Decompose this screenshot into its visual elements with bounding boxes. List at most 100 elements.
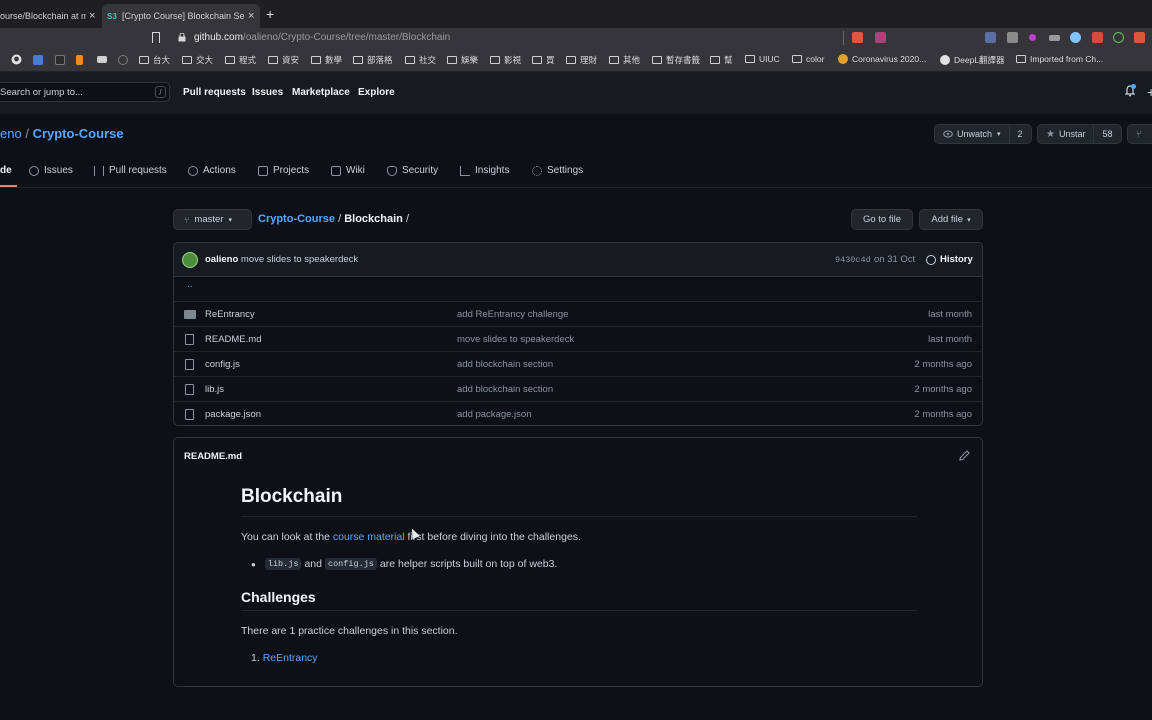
bookmark-folder[interactable]: 台大 — [139, 54, 170, 66]
browser-tab-2[interactable]: S3 [Crypto Course] Blockchain Sec × — [102, 4, 260, 28]
bookmark-folder[interactable]: 幫 — [710, 54, 733, 66]
bookmark-folder[interactable]: 娛樂 — [447, 54, 478, 66]
tab-security[interactable]: Security — [387, 165, 438, 176]
browser-tab-1[interactable]: ourse/Blockchain at m × — [0, 4, 100, 28]
bookmark-folder[interactable]: 程式 — [225, 54, 256, 66]
tab-projects[interactable]: Projects — [258, 165, 309, 176]
bookmark-folder[interactable]: UIUC — [745, 54, 780, 64]
close-tab-icon[interactable]: × — [89, 10, 95, 22]
bookmark-app-icon[interactable] — [97, 56, 107, 63]
bookmark-folder[interactable]: 買 — [532, 54, 555, 66]
file-commit-message[interactable]: add package.json — [457, 409, 531, 420]
file-row[interactable]: package.json add package.json 2 months a… — [174, 401, 982, 425]
create-new-icon[interactable]: + — [1147, 84, 1152, 100]
bookmark-link[interactable]: DeepL翻譯器 — [940, 54, 1005, 66]
brave-shields-icon[interactable] — [852, 32, 863, 43]
tab-code[interactable]: de — [0, 165, 12, 176]
course-material-link[interactable]: course material — [333, 531, 405, 543]
file-commit-message[interactable]: add blockchain section — [457, 359, 553, 370]
watch-button[interactable]: Unwatch ▾ 2 — [934, 124, 1032, 144]
extension-icon[interactable] — [1092, 32, 1103, 43]
file-row[interactable]: ReEntrancy add ReEntrancy challenge last… — [174, 301, 982, 326]
file-row[interactable]: lib.js add blockchain section 2 months a… — [174, 376, 982, 401]
folder-icon — [652, 56, 662, 64]
bookmark-folder[interactable]: 理財 — [566, 54, 597, 66]
divider — [241, 610, 917, 611]
search-shortcut-badge: / — [155, 86, 166, 98]
nav-issues[interactable]: Issues — [252, 87, 283, 98]
tab-issues[interactable]: Issues — [29, 165, 73, 176]
avatar[interactable] — [182, 252, 198, 268]
bookmark-folder[interactable]: 交大 — [182, 54, 213, 66]
bookmark-app-icon[interactable] — [118, 55, 128, 65]
repo-name-link[interactable]: Crypto-Course — [33, 126, 124, 141]
bookmark-folder[interactable]: 部落格 — [353, 54, 393, 66]
pencil-icon[interactable] — [959, 450, 970, 461]
new-tab-icon[interactable]: + — [266, 6, 274, 22]
bookmark-folder[interactable]: Imported from Ch... — [1016, 54, 1103, 64]
tab-settings[interactable]: Settings — [532, 165, 583, 176]
bookmark-folder[interactable]: 暫存書籤 — [652, 54, 700, 66]
add-file-button[interactable]: Add file ▾ — [919, 209, 983, 230]
extension-icon[interactable] — [1134, 32, 1145, 43]
extension-icon[interactable] — [1049, 35, 1060, 41]
file-name-link[interactable]: package.json — [205, 409, 261, 420]
file-row[interactable]: config.js add blockchain section 2 month… — [174, 351, 982, 376]
watch-count[interactable]: 2 — [1008, 125, 1031, 143]
parent-dir-link[interactable]: .. — [187, 279, 193, 290]
search-input[interactable]: Search or jump to... / — [0, 82, 170, 102]
extension-icon[interactable] — [1113, 32, 1124, 43]
close-tab-icon[interactable]: × — [248, 10, 254, 22]
file-row[interactable]: README.md move slides to speakerdeck las… — [174, 326, 982, 351]
commit-message-link[interactable]: move slides to speakerdeck — [241, 254, 358, 265]
extension-icon[interactable] — [1029, 34, 1036, 41]
bookmark-link[interactable]: Coronavirus 2020... — [838, 54, 926, 64]
file-commit-message[interactable]: move slides to speakerdeck — [457, 334, 574, 345]
breadcrumb-root-link[interactable]: Crypto-Course — [258, 213, 335, 225]
parent-dir-row[interactable]: .. — [174, 277, 982, 301]
file-name-link[interactable]: README.md — [205, 334, 261, 345]
bookmark-label: 理財 — [580, 55, 598, 65]
nav-marketplace[interactable]: Marketplace — [292, 87, 350, 98]
nav-explore[interactable]: Explore — [358, 87, 395, 98]
bookmark-folder[interactable]: 影視 — [490, 54, 521, 66]
bookmark-folder[interactable]: 其他 — [609, 54, 640, 66]
file-commit-message[interactable]: add ReEntrancy challenge — [457, 309, 568, 320]
tab-actions[interactable]: Actions — [188, 165, 236, 176]
nav-pull-requests[interactable]: Pull requests — [183, 87, 246, 98]
extension-icon[interactable] — [985, 32, 996, 43]
tab-label: Insights — [475, 165, 510, 176]
bookmark-folder[interactable]: 資安 — [268, 54, 299, 66]
file-name-link[interactable]: config.js — [205, 359, 240, 370]
tab-insights[interactable]: Insights — [460, 165, 509, 176]
file-name-link[interactable]: ReEntrancy — [205, 309, 255, 320]
fork-button[interactable]: ⑂ — [1127, 124, 1152, 144]
bookmark-folder[interactable]: color — [792, 54, 824, 64]
file-icon — [185, 409, 194, 420]
bookmark-folder[interactable]: 社交 — [405, 54, 436, 66]
bookmark-icon[interactable] — [152, 32, 160, 43]
bookmark-app-icon[interactable] — [76, 55, 83, 65]
repo-owner-link[interactable]: eno — [0, 126, 22, 141]
star-count[interactable]: 58 — [1093, 125, 1120, 143]
file-name-link[interactable]: lib.js — [205, 384, 224, 395]
bookmark-folder[interactable]: 數學 — [311, 54, 342, 66]
file-commit-message[interactable]: add blockchain section — [457, 384, 553, 395]
list-item: ● lib.js and config.js are helper script… — [251, 558, 557, 570]
bookmark-app-icon[interactable] — [55, 55, 65, 65]
branch-selector[interactable]: ⑂ master ▾ — [173, 209, 252, 230]
extension-icon[interactable] — [1007, 32, 1018, 43]
reentrancy-link[interactable]: ReEntrancy — [263, 652, 318, 664]
tab-pull-requests[interactable]: Pull requests — [94, 165, 167, 176]
url-field[interactable]: github.com/oalieno/Crypto-Course/tree/ma… — [194, 32, 450, 43]
commit-sha-link[interactable]: 9430c4d — [835, 255, 871, 265]
bookmark-app-icon[interactable] — [33, 55, 43, 65]
extension-icon[interactable] — [1070, 32, 1081, 43]
history-link[interactable]: History — [926, 254, 973, 265]
brave-rewards-icon[interactable] — [875, 32, 886, 43]
tab-wiki[interactable]: Wiki — [331, 165, 365, 176]
go-to-file-button[interactable]: Go to file — [851, 209, 913, 230]
github-icon[interactable] — [11, 54, 22, 65]
star-button[interactable]: ★ Unstar 58 — [1037, 124, 1122, 144]
commit-author-link[interactable]: oalieno — [205, 254, 238, 265]
